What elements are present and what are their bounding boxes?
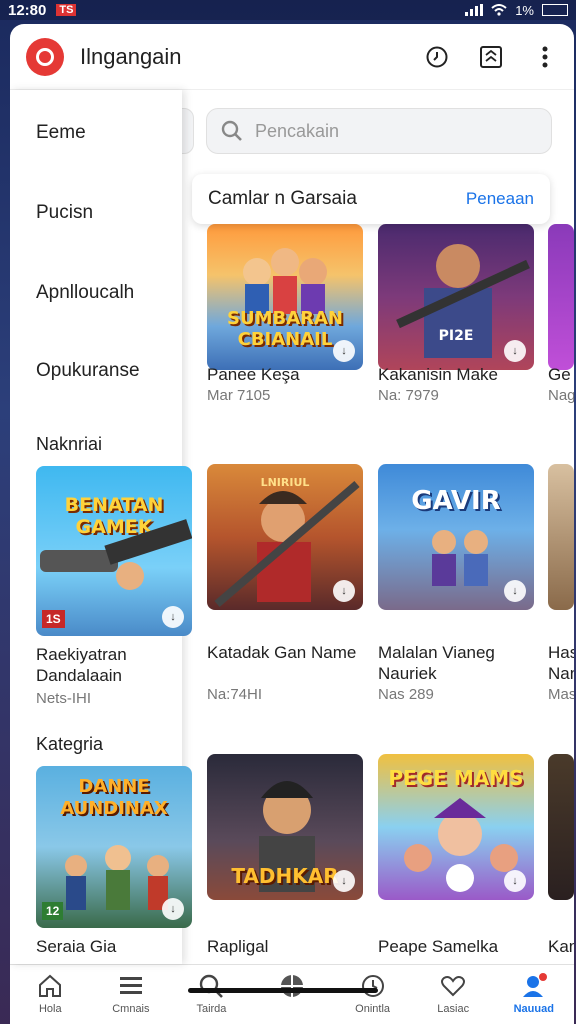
game-title[interactable]: Panee Keşa bbox=[207, 364, 300, 385]
download-icon[interactable]: ↓ bbox=[162, 606, 184, 628]
drawer-item-3[interactable]: Apnlloucalh bbox=[36, 282, 134, 304]
drawer-item-2[interactable]: Pucisn bbox=[36, 202, 93, 224]
nav-drawer: Eeme Pucisn Apnlloucalh Opukuranse Naknr… bbox=[10, 90, 192, 964]
nav-label: Onintla bbox=[355, 1003, 391, 1015]
app-title: Ilngangain bbox=[80, 43, 182, 69]
drawer-featured-card[interactable]: BENATAN GAMEK 1S ↓ bbox=[36, 466, 192, 636]
more-vert-icon[interactable] bbox=[532, 44, 558, 70]
nav-label: Cmnais bbox=[112, 1003, 150, 1015]
download-icon[interactable]: ↓ bbox=[333, 870, 355, 892]
drawer-item-5[interactable]: Naknriai bbox=[36, 434, 102, 455]
game-tile-7[interactable]: TADHKAR ↓ bbox=[207, 754, 363, 900]
game-title[interactable]: Kakanisin Make bbox=[378, 364, 498, 385]
drawer-category-card[interactable]: DANNE AUNDINAX 12 ↓ bbox=[36, 766, 192, 928]
battery-percent: 1% bbox=[515, 2, 534, 18]
game-meta: Nag bbox=[548, 387, 574, 404]
app-window: Ilngangain Pencakain Camlar n Garsaia Pe… bbox=[10, 24, 574, 1024]
game-meta: Nas 289 bbox=[378, 686, 434, 703]
game-title[interactable]: Malalan Vianeg Nauriek bbox=[378, 642, 538, 684]
drawer-featured-meta: Nets-IHI bbox=[36, 690, 92, 707]
game-meta: Mas bbox=[548, 686, 574, 703]
game-tile-5[interactable]: GAVIR ↓ bbox=[378, 464, 534, 610]
download-icon[interactable]: ↓ bbox=[504, 580, 526, 602]
nav-label: Nauuad bbox=[513, 1003, 554, 1015]
section-see-all-link[interactable]: Peneaan bbox=[466, 189, 534, 209]
age-rating-badge: 1S bbox=[42, 610, 65, 628]
drawer-featured-title[interactable]: Raekiyatran Dandalaain bbox=[36, 644, 156, 686]
age-rating-badge: 12 bbox=[42, 902, 64, 920]
nav-search[interactable]: Tairda bbox=[171, 965, 252, 1024]
menu-icon bbox=[119, 977, 142, 994]
nav-label: Hola bbox=[38, 1003, 62, 1015]
status-bar: 12:80 TS 1% bbox=[0, 0, 576, 20]
tile-art-text: LNIRIUL bbox=[260, 476, 310, 489]
game-tile-4[interactable]: LNIRIUL ↓ bbox=[207, 464, 363, 610]
game-tile-6[interactable] bbox=[548, 464, 574, 610]
wifi-icon bbox=[491, 4, 507, 16]
search-icon bbox=[221, 120, 242, 141]
nav-grid[interactable] bbox=[252, 965, 333, 1024]
tile-art-text: GAVIR bbox=[411, 486, 501, 516]
nav-profile[interactable]: Nauuad bbox=[493, 965, 574, 1024]
section-header: Camlar n Garsaia Peneaan bbox=[192, 174, 550, 224]
game-title[interactable]: Peape Samelka bbox=[378, 936, 498, 957]
game-tile-2[interactable]: PI2E ↓ bbox=[378, 224, 534, 370]
top-bar: Ilngangain bbox=[10, 24, 574, 90]
search-icon bbox=[200, 974, 224, 998]
game-meta: Na:74HI bbox=[207, 686, 263, 703]
bottom-nav: Hola Cmnais Tairda Onintla Lasiac Nauuad bbox=[10, 964, 574, 1024]
game-title[interactable]: Has Nan bbox=[548, 642, 574, 684]
game-tile-8[interactable]: PEGE MAMS ↓ bbox=[378, 754, 534, 900]
status-time: 12:80 bbox=[8, 1, 47, 19]
nav-categories[interactable]: Cmnais bbox=[91, 965, 172, 1024]
nav-label: Lasiac bbox=[437, 1003, 470, 1015]
carrier-badge: TS bbox=[56, 4, 77, 16]
download-icon[interactable]: ↓ bbox=[333, 340, 355, 362]
history-icon[interactable] bbox=[424, 44, 450, 70]
heart-icon bbox=[441, 976, 466, 997]
game-tile-9[interactable] bbox=[548, 754, 574, 900]
drawer-category-label: Kategria bbox=[36, 734, 104, 754]
grid-icon bbox=[281, 975, 304, 997]
tile-art-text: PEGE MAMS bbox=[388, 766, 524, 790]
nav-favorites[interactable]: Lasiac bbox=[413, 965, 494, 1024]
nav-home[interactable]: Hola bbox=[10, 965, 91, 1024]
search-input[interactable]: Pencakain bbox=[206, 108, 552, 154]
download-icon[interactable]: ↓ bbox=[162, 898, 184, 920]
game-title[interactable]: Ge bbox=[548, 364, 571, 385]
signal-icon bbox=[465, 4, 484, 16]
home-indicator[interactable] bbox=[188, 988, 378, 993]
search-placeholder: Pencakain bbox=[255, 120, 340, 141]
download-icon[interactable]: ↓ bbox=[333, 580, 355, 602]
home-icon bbox=[39, 974, 62, 997]
game-title[interactable]: Katadak Gan Name bbox=[207, 642, 357, 663]
game-meta: Mar 7105 bbox=[207, 387, 271, 404]
nav-label: Tairda bbox=[196, 1003, 227, 1015]
game-tile-3[interactable] bbox=[548, 224, 574, 370]
scan-icon[interactable] bbox=[478, 44, 504, 70]
drawer-category-title[interactable]: Seraia Gia bbox=[36, 936, 116, 957]
drawer-item-4[interactable]: Opukuranse bbox=[36, 360, 140, 382]
game-meta: Na: 7979 bbox=[378, 387, 439, 404]
section-title: Camlar n Garsaia bbox=[208, 188, 357, 209]
game-title[interactable]: Rapligal bbox=[207, 936, 268, 957]
battery-icon bbox=[542, 4, 568, 16]
nav-recent[interactable]: Onintla bbox=[332, 965, 413, 1024]
download-icon[interactable]: ↓ bbox=[504, 870, 526, 892]
game-title[interactable]: Kan bbox=[548, 936, 574, 957]
profile-icon bbox=[522, 973, 547, 997]
app-logo[interactable] bbox=[26, 37, 64, 76]
download-icon[interactable]: ↓ bbox=[504, 340, 526, 362]
clock-icon bbox=[361, 975, 384, 997]
game-tile-1[interactable]: SUMBARAN CBIANAIL ↓ bbox=[207, 224, 363, 370]
drawer-item-home[interactable]: Eeme bbox=[36, 122, 86, 144]
